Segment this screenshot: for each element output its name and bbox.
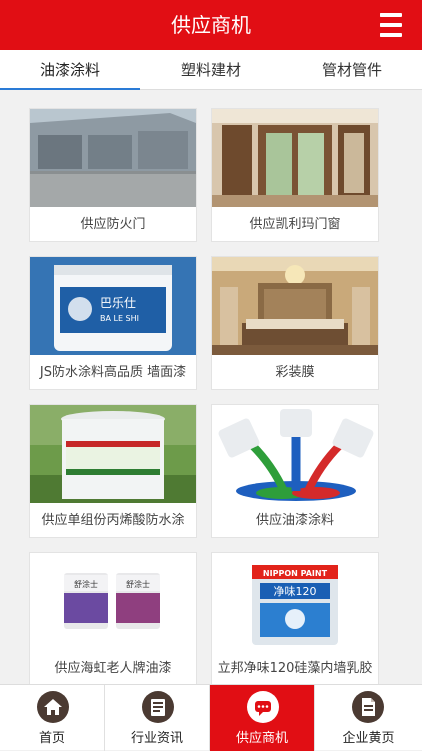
product-caption: 供应防火门 (80, 217, 146, 232)
svg-text:NIPPON PAINT: NIPPON PAINT (263, 569, 328, 578)
product-card[interactable]: 供应油漆涂料 (211, 404, 379, 538)
product-caption: 供应油漆涂料 (255, 513, 334, 528)
two-paint-cans-photo: 舒涂士 舒涂士 (30, 553, 196, 651)
white-bucket-grass-photo (30, 405, 196, 503)
product-card[interactable]: 舒涂士 舒涂士 供应海虹老人牌油漆 (29, 552, 197, 684)
header-bar: 供应商机 (0, 0, 422, 50)
tab-plastic-building-material[interactable]: 塑料建材 (141, 50, 281, 90)
product-card[interactable]: 供应单组份丙烯酸防水涂 (29, 404, 197, 538)
paint-bucket-blue-label-photo: 巴乐仕 BA LE SHI (30, 257, 196, 355)
nav-industry-news[interactable]: 行业资讯 (105, 685, 210, 751)
svg-text:舒涂士: 舒涂士 (74, 579, 98, 589)
page-title: 供应商机 (171, 13, 251, 37)
chat-icon (247, 691, 279, 723)
nav-label: 供应商机 (235, 731, 288, 746)
home-icon (37, 691, 69, 723)
nav-label: 行业资讯 (130, 731, 183, 746)
nav-supply-opportunities[interactable]: 供应商机 (210, 685, 315, 751)
menu-icon[interactable] (380, 13, 410, 37)
paint-splash-cans-photo (212, 405, 378, 503)
svg-text:舒涂士: 舒涂士 (126, 579, 150, 589)
product-caption: 供应凯利玛门窗 (249, 217, 341, 232)
product-card[interactable]: 彩装膜 (211, 256, 379, 390)
product-card[interactable]: 供应防火门 (29, 108, 197, 242)
nav-business-directory[interactable]: 企业黄页 (315, 685, 422, 751)
category-tabs: 油漆涂料 塑料建材 管材管件 (0, 50, 422, 90)
svg-text:净味120: 净味120 (274, 584, 317, 598)
nav-label: 首页 (38, 731, 65, 746)
product-caption: 供应单组份丙烯酸防水涂 (41, 513, 185, 528)
product-caption: 立邦净味120硅藻内墙乳胶 (217, 661, 373, 676)
product-caption: JS防水涂料高品质 墙面漆 (39, 365, 187, 380)
nippon-paint-bucket-photo: NIPPON PAINT 净味120 (212, 553, 378, 651)
tab-pipe-fittings[interactable]: 管材管件 (282, 50, 422, 90)
nav-home[interactable]: 首页 (0, 685, 105, 751)
factory-building-photo (30, 109, 196, 207)
document-icon (352, 691, 384, 723)
tab-paint-coating[interactable]: 油漆涂料 (0, 50, 140, 90)
product-card[interactable]: 供应凯利玛门窗 (211, 108, 379, 242)
news-icon (142, 691, 174, 723)
interior-doors-photo (212, 109, 378, 207)
bedroom-interior-photo (212, 257, 378, 355)
svg-text:巴乐仕: 巴乐仕 (100, 296, 136, 310)
product-caption: 彩装膜 (275, 365, 315, 380)
product-caption: 供应海虹老人牌油漆 (54, 661, 172, 676)
svg-text:BA LE SHI: BA LE SHI (100, 314, 139, 323)
bottom-nav: 首页 行业资讯 供应商机 企业黄页 (0, 684, 422, 751)
product-grid: 供应防火门 供应凯利玛门窗 巴乐仕 BA LE SHI JS防水涂料高品质 墙面… (0, 90, 422, 684)
product-card[interactable]: 巴乐仕 BA LE SHI JS防水涂料高品质 墙面漆 (29, 256, 197, 390)
product-card[interactable]: NIPPON PAINT 净味120 立邦净味120硅藻内墙乳胶 (211, 552, 379, 684)
nav-label: 企业黄页 (342, 731, 395, 746)
